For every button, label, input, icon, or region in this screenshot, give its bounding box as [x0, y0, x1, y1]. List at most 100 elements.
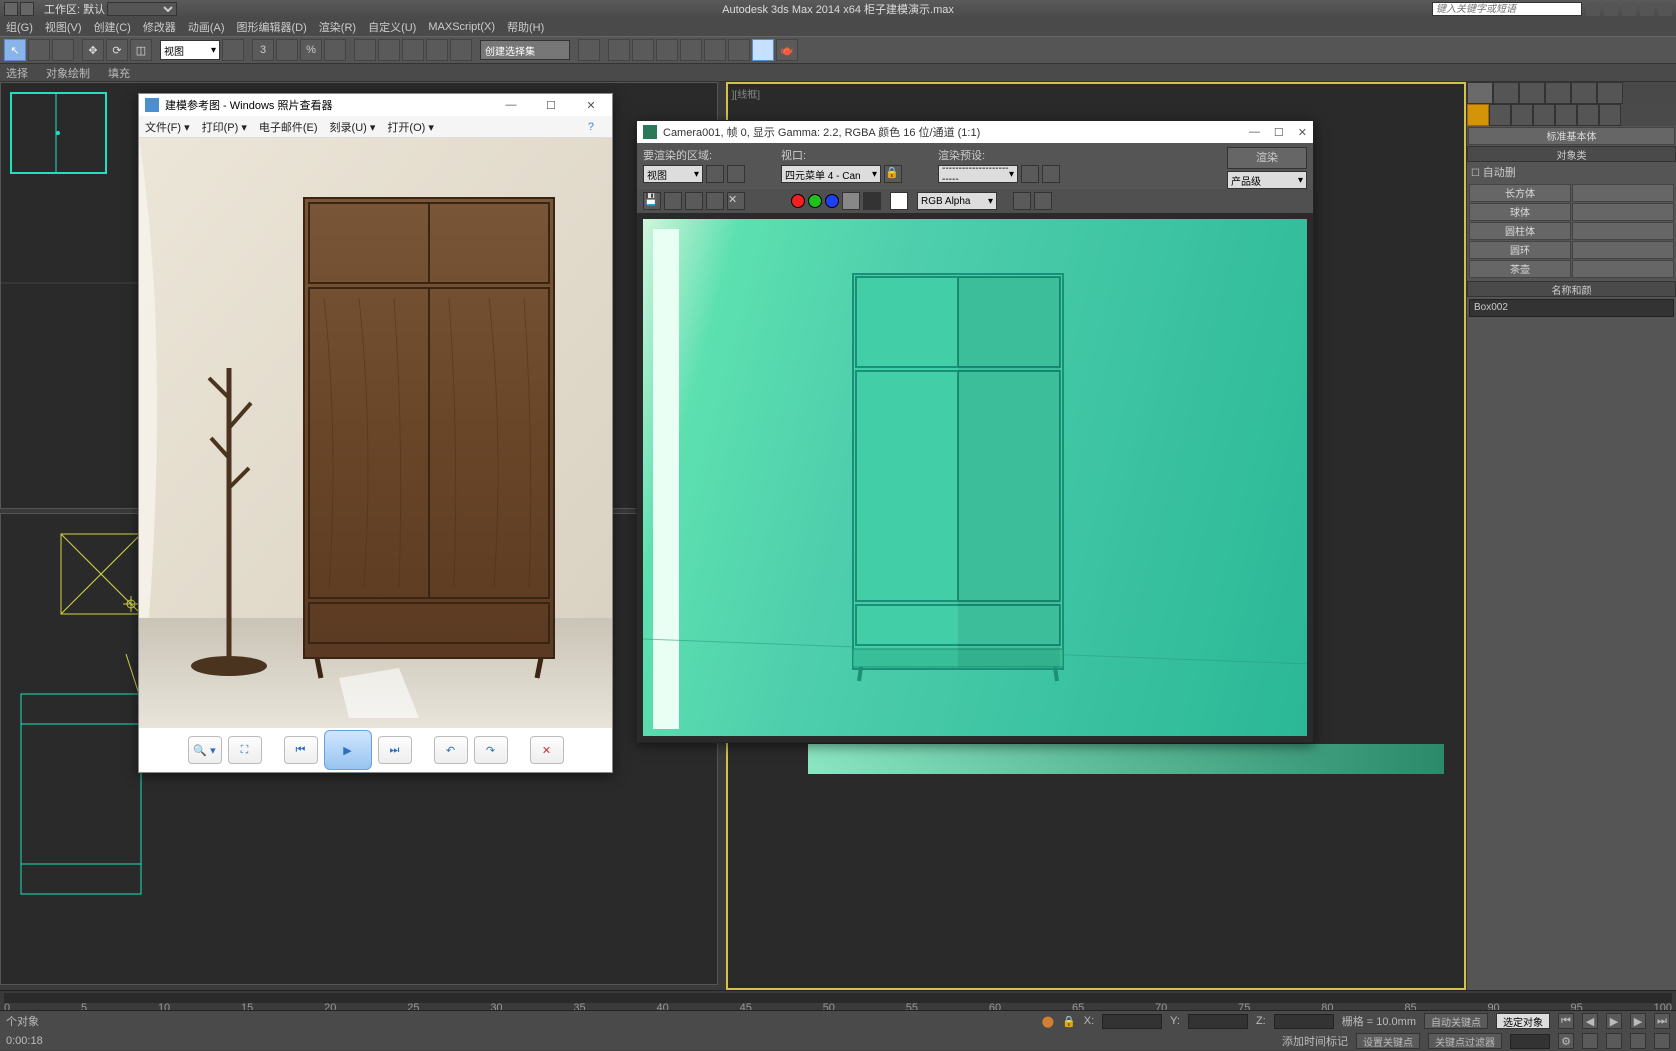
btn-geosphere[interactable]: [1572, 203, 1674, 221]
clone-button[interactable]: [685, 192, 703, 210]
delete-button[interactable]: ✕: [530, 736, 564, 764]
rendered-frame-button[interactable]: [632, 39, 654, 61]
render-button[interactable]: 渲染: [1227, 147, 1307, 169]
select-region-button[interactable]: [28, 39, 50, 61]
zoom-button[interactable]: 🔍 ▾: [188, 736, 222, 764]
toggle-overlay-button[interactable]: [1013, 192, 1031, 210]
tab-utilities[interactable]: [1597, 82, 1623, 104]
play-button[interactable]: ▶: [1606, 1013, 1622, 1029]
btn-pyramid[interactable]: [1572, 241, 1674, 259]
tab-display[interactable]: [1571, 82, 1597, 104]
render-iter-button[interactable]: [680, 39, 702, 61]
tab-hierarchy[interactable]: [1519, 82, 1545, 104]
ribbon-objpaint[interactable]: 对象绘制: [46, 65, 90, 81]
channel-alpha-button[interactable]: [842, 192, 860, 210]
pivot-button[interactable]: [222, 39, 244, 61]
viewport-nav-3[interactable]: [1630, 1033, 1646, 1049]
goto-end-button[interactable]: ⏭: [1654, 1013, 1670, 1029]
btn-torus[interactable]: 圆环: [1469, 241, 1571, 259]
subcategory-dropdown[interactable]: 标准基本体: [1468, 127, 1675, 145]
exchange-icon[interactable]: [1622, 2, 1636, 16]
area-auto-button[interactable]: [727, 165, 745, 183]
next-button[interactable]: ⏭: [378, 736, 412, 764]
btn-teapot[interactable]: 茶壶: [1469, 260, 1571, 278]
autogrid-checkbox[interactable]: ☐ 自动删: [1467, 162, 1676, 182]
area-dropdown[interactable]: 视图: [643, 165, 703, 183]
btn-tube[interactable]: [1572, 222, 1674, 240]
clear-button[interactable]: ✕: [727, 192, 745, 210]
render-setup-icon[interactable]: [1021, 165, 1039, 183]
angle-snap-button[interactable]: [276, 39, 298, 61]
curve-editor-button[interactable]: [426, 39, 448, 61]
lock-viewport-button[interactable]: 🔒: [884, 165, 902, 183]
print-button[interactable]: [706, 192, 724, 210]
help-icon[interactable]: [1658, 2, 1672, 16]
quality-dropdown[interactable]: 产品级: [1227, 171, 1307, 189]
cat-geometry[interactable]: [1467, 104, 1489, 126]
area-edit-button[interactable]: [706, 165, 724, 183]
cat-systems[interactable]: [1599, 104, 1621, 126]
btn-sphere[interactable]: 球体: [1469, 203, 1571, 221]
rotate-cw-button[interactable]: ↷: [474, 736, 508, 764]
render-online-button[interactable]: [752, 39, 774, 61]
render-titlebar[interactable]: Camera001, 帧 0, 显示 Gamma: 2.2, RGBA 颜色 1…: [637, 121, 1313, 143]
render-active-button[interactable]: [704, 39, 726, 61]
btn-cylinder[interactable]: 圆柱体: [1469, 222, 1571, 240]
goto-start-button[interactable]: ⏮: [1558, 1013, 1574, 1029]
menu-grapheditors[interactable]: 图形编辑器(D): [237, 19, 307, 35]
fit-button[interactable]: ⛶: [228, 736, 262, 764]
scale-tool-button[interactable]: [130, 39, 152, 61]
menu-animation[interactable]: 动画(A): [188, 19, 225, 35]
viewport-dropdown[interactable]: 四元菜单 4 - Can: [781, 165, 881, 183]
schematic-button[interactable]: [450, 39, 472, 61]
menu-help[interactable]: 帮助(H): [507, 19, 544, 35]
help-search-input[interactable]: [1432, 2, 1582, 16]
btn-box[interactable]: 长方体: [1469, 184, 1571, 202]
add-time-tag-button[interactable]: 添加时间标记: [1282, 1033, 1348, 1049]
move-tool-button[interactable]: [82, 39, 104, 61]
render-close-button[interactable]: ✕: [1298, 126, 1307, 139]
color-swatch[interactable]: [890, 192, 908, 210]
timeline[interactable]: 0 5 10 15 20 25 30 35 40 45 50 55 60 65 …: [0, 990, 1676, 1010]
teapot-render-button[interactable]: 🫖: [776, 39, 798, 61]
pv-menu-email[interactable]: 电子邮件(E): [259, 119, 318, 135]
keyfilter-button[interactable]: 关键点过滤器: [1428, 1033, 1502, 1049]
menu-group[interactable]: 组(G): [6, 19, 33, 35]
render-minimize-button[interactable]: —: [1249, 126, 1260, 139]
copy-image-button[interactable]: [664, 192, 682, 210]
render-frame-window[interactable]: Camera001, 帧 0, 显示 Gamma: 2.2, RGBA 颜色 1…: [636, 120, 1314, 743]
pv-menu-print[interactable]: 打印(P) ▾: [202, 119, 247, 135]
autokey-button[interactable]: 自动关键点: [1424, 1013, 1488, 1029]
close-button[interactable]: ✕: [576, 99, 606, 112]
coord-z-input[interactable]: [1274, 1014, 1334, 1029]
photo-viewer-window[interactable]: 建模参考图 - Windows 照片查看器 — ☐ ✕ 文件(F) ▾ 打印(P…: [138, 93, 613, 773]
tab-create[interactable]: [1467, 82, 1493, 104]
photo-viewer-titlebar[interactable]: 建模参考图 - Windows 照片查看器 — ☐ ✕: [139, 94, 612, 116]
refcoord-dropdown[interactable]: 视图: [160, 40, 220, 60]
channel-mono-button[interactable]: [863, 192, 881, 210]
channel-blue-button[interactable]: [825, 194, 839, 208]
rollout-namecolor[interactable]: 名称和颜: [1467, 281, 1676, 297]
viewport-nav-4[interactable]: [1654, 1033, 1670, 1049]
sysmenu-icon[interactable]: [4, 2, 18, 16]
current-frame-input[interactable]: [1510, 1034, 1550, 1049]
prev-button[interactable]: ⏮: [284, 736, 318, 764]
channel-red-button[interactable]: [791, 194, 805, 208]
render-prod-button[interactable]: [656, 39, 678, 61]
binoculars-icon[interactable]: [1586, 2, 1600, 16]
mirror-button[interactable]: [354, 39, 376, 61]
toggle-ui-button[interactable]: [1034, 192, 1052, 210]
layer-button[interactable]: [402, 39, 424, 61]
save-image-button[interactable]: 💾: [643, 192, 661, 210]
pv-menu-open[interactable]: 打开(O) ▾: [387, 119, 433, 135]
align-button[interactable]: [378, 39, 400, 61]
viewport-nav-1[interactable]: [1582, 1033, 1598, 1049]
percent-snap-button[interactable]: %: [300, 39, 322, 61]
cat-helpers[interactable]: [1555, 104, 1577, 126]
rotate-ccw-button[interactable]: ↶: [434, 736, 468, 764]
snap-toggle-button[interactable]: 3: [252, 39, 274, 61]
ribbon-fill[interactable]: 填充: [108, 65, 130, 81]
time-config-button[interactable]: ⚙: [1558, 1033, 1574, 1049]
rollout-objecttype[interactable]: 对象类: [1467, 146, 1676, 162]
btn-cone[interactable]: [1572, 184, 1674, 202]
